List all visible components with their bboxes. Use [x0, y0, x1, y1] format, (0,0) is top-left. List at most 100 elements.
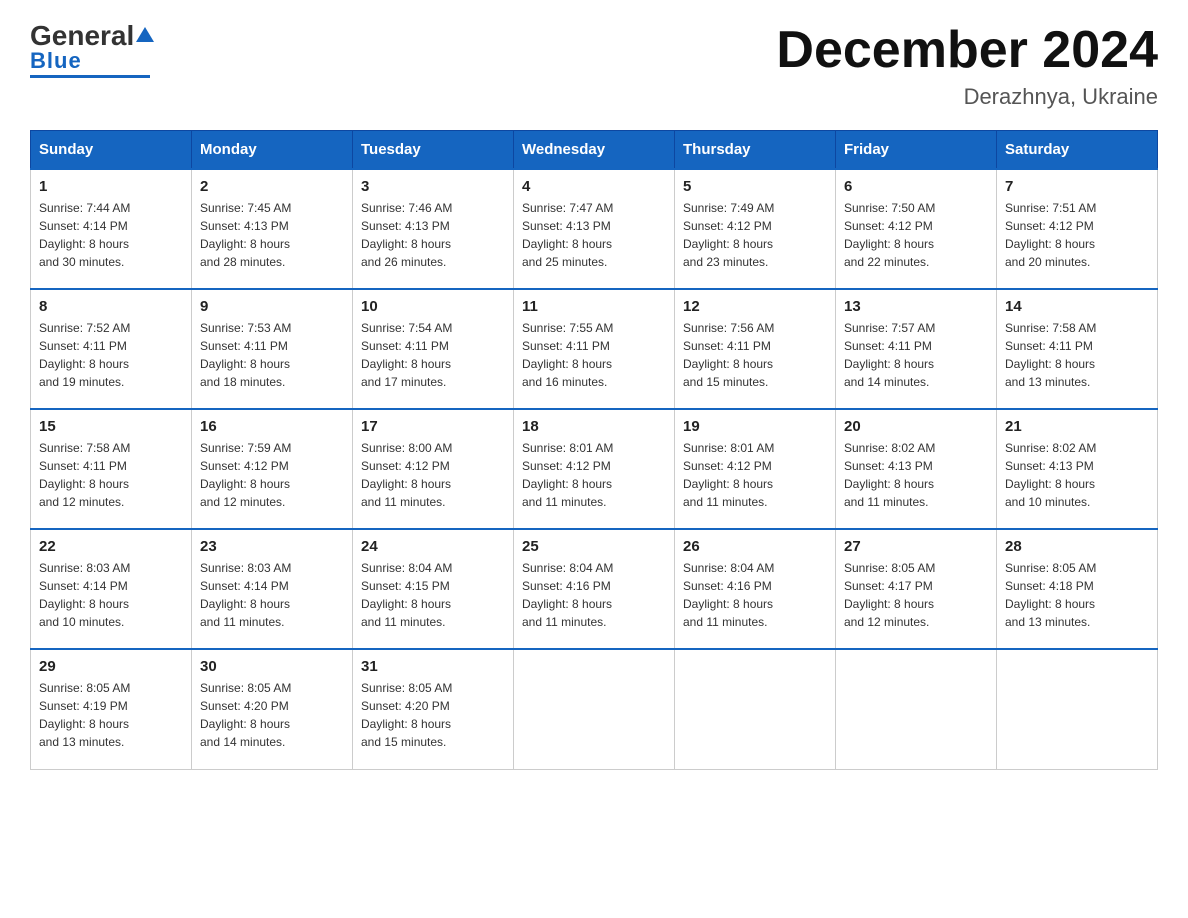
- calendar-week-row: 8 Sunrise: 7:52 AMSunset: 4:11 PMDayligh…: [31, 289, 1158, 409]
- calendar-header-row: Sunday Monday Tuesday Wednesday Thursday…: [31, 131, 1158, 170]
- day-info: Sunrise: 7:54 AMSunset: 4:11 PMDaylight:…: [361, 321, 452, 389]
- day-number: 27: [844, 538, 988, 555]
- table-row: [675, 649, 836, 769]
- table-row: 25 Sunrise: 8:04 AMSunset: 4:16 PMDaylig…: [514, 529, 675, 649]
- col-tuesday: Tuesday: [353, 131, 514, 170]
- day-number: 12: [683, 298, 827, 315]
- table-row: 8 Sunrise: 7:52 AMSunset: 4:11 PMDayligh…: [31, 289, 192, 409]
- day-number: 26: [683, 538, 827, 555]
- table-row: 4 Sunrise: 7:47 AMSunset: 4:13 PMDayligh…: [514, 169, 675, 289]
- day-number: 10: [361, 298, 505, 315]
- table-row: 2 Sunrise: 7:45 AMSunset: 4:13 PMDayligh…: [192, 169, 353, 289]
- location-subtitle: Derazhnya, Ukraine: [776, 84, 1158, 110]
- day-number: 29: [39, 658, 183, 675]
- title-area: December 2024 Derazhnya, Ukraine: [776, 20, 1158, 110]
- day-info: Sunrise: 7:59 AMSunset: 4:12 PMDaylight:…: [200, 441, 291, 509]
- day-info: Sunrise: 8:01 AMSunset: 4:12 PMDaylight:…: [522, 441, 613, 509]
- table-row: 1 Sunrise: 7:44 AMSunset: 4:14 PMDayligh…: [31, 169, 192, 289]
- calendar-week-row: 1 Sunrise: 7:44 AMSunset: 4:14 PMDayligh…: [31, 169, 1158, 289]
- day-info: Sunrise: 7:53 AMSunset: 4:11 PMDaylight:…: [200, 321, 291, 389]
- table-row: 17 Sunrise: 8:00 AMSunset: 4:12 PMDaylig…: [353, 409, 514, 529]
- day-info: Sunrise: 8:01 AMSunset: 4:12 PMDaylight:…: [683, 441, 774, 509]
- table-row: 18 Sunrise: 8:01 AMSunset: 4:12 PMDaylig…: [514, 409, 675, 529]
- table-row: 6 Sunrise: 7:50 AMSunset: 4:12 PMDayligh…: [836, 169, 997, 289]
- table-row: 7 Sunrise: 7:51 AMSunset: 4:12 PMDayligh…: [997, 169, 1158, 289]
- day-info: Sunrise: 8:03 AMSunset: 4:14 PMDaylight:…: [39, 561, 130, 629]
- table-row: [997, 649, 1158, 769]
- day-info: Sunrise: 7:49 AMSunset: 4:12 PMDaylight:…: [683, 201, 774, 269]
- day-number: 7: [1005, 178, 1149, 195]
- day-number: 8: [39, 298, 183, 315]
- table-row: 21 Sunrise: 8:02 AMSunset: 4:13 PMDaylig…: [997, 409, 1158, 529]
- table-row: 22 Sunrise: 8:03 AMSunset: 4:14 PMDaylig…: [31, 529, 192, 649]
- day-number: 14: [1005, 298, 1149, 315]
- col-friday: Friday: [836, 131, 997, 170]
- day-info: Sunrise: 7:58 AMSunset: 4:11 PMDaylight:…: [39, 441, 130, 509]
- table-row: 10 Sunrise: 7:54 AMSunset: 4:11 PMDaylig…: [353, 289, 514, 409]
- day-info: Sunrise: 8:05 AMSunset: 4:19 PMDaylight:…: [39, 681, 130, 749]
- col-saturday: Saturday: [997, 131, 1158, 170]
- day-number: 30: [200, 658, 344, 675]
- day-number: 6: [844, 178, 988, 195]
- col-thursday: Thursday: [675, 131, 836, 170]
- day-number: 31: [361, 658, 505, 675]
- table-row: 19 Sunrise: 8:01 AMSunset: 4:12 PMDaylig…: [675, 409, 836, 529]
- table-row: 27 Sunrise: 8:05 AMSunset: 4:17 PMDaylig…: [836, 529, 997, 649]
- table-row: 24 Sunrise: 8:04 AMSunset: 4:15 PMDaylig…: [353, 529, 514, 649]
- day-info: Sunrise: 8:02 AMSunset: 4:13 PMDaylight:…: [1005, 441, 1096, 509]
- day-info: Sunrise: 7:47 AMSunset: 4:13 PMDaylight:…: [522, 201, 613, 269]
- day-info: Sunrise: 8:03 AMSunset: 4:14 PMDaylight:…: [200, 561, 291, 629]
- table-row: 29 Sunrise: 8:05 AMSunset: 4:19 PMDaylig…: [31, 649, 192, 769]
- day-info: Sunrise: 7:46 AMSunset: 4:13 PMDaylight:…: [361, 201, 452, 269]
- day-info: Sunrise: 8:05 AMSunset: 4:20 PMDaylight:…: [200, 681, 291, 749]
- day-number: 19: [683, 418, 827, 435]
- col-sunday: Sunday: [31, 131, 192, 170]
- table-row: 26 Sunrise: 8:04 AMSunset: 4:16 PMDaylig…: [675, 529, 836, 649]
- day-info: Sunrise: 8:02 AMSunset: 4:13 PMDaylight:…: [844, 441, 935, 509]
- table-row: 15 Sunrise: 7:58 AMSunset: 4:11 PMDaylig…: [31, 409, 192, 529]
- col-wednesday: Wednesday: [514, 131, 675, 170]
- table-row: 31 Sunrise: 8:05 AMSunset: 4:20 PMDaylig…: [353, 649, 514, 769]
- day-info: Sunrise: 8:00 AMSunset: 4:12 PMDaylight:…: [361, 441, 452, 509]
- page-header: General Blue December 2024 Derazhnya, Uk…: [30, 20, 1158, 110]
- table-row: 14 Sunrise: 7:58 AMSunset: 4:11 PMDaylig…: [997, 289, 1158, 409]
- table-row: 20 Sunrise: 8:02 AMSunset: 4:13 PMDaylig…: [836, 409, 997, 529]
- day-info: Sunrise: 7:57 AMSunset: 4:11 PMDaylight:…: [844, 321, 935, 389]
- day-number: 3: [361, 178, 505, 195]
- day-number: 1: [39, 178, 183, 195]
- day-info: Sunrise: 8:04 AMSunset: 4:15 PMDaylight:…: [361, 561, 452, 629]
- table-row: [836, 649, 997, 769]
- table-row: 11 Sunrise: 7:55 AMSunset: 4:11 PMDaylig…: [514, 289, 675, 409]
- day-info: Sunrise: 8:05 AMSunset: 4:17 PMDaylight:…: [844, 561, 935, 629]
- day-info: Sunrise: 8:04 AMSunset: 4:16 PMDaylight:…: [683, 561, 774, 629]
- col-monday: Monday: [192, 131, 353, 170]
- day-number: 5: [683, 178, 827, 195]
- logo-blue-text: Blue: [30, 48, 82, 74]
- table-row: 13 Sunrise: 7:57 AMSunset: 4:11 PMDaylig…: [836, 289, 997, 409]
- logo-triangle-icon: [136, 27, 154, 42]
- day-info: Sunrise: 7:45 AMSunset: 4:13 PMDaylight:…: [200, 201, 291, 269]
- day-number: 22: [39, 538, 183, 555]
- day-number: 23: [200, 538, 344, 555]
- day-number: 9: [200, 298, 344, 315]
- day-number: 18: [522, 418, 666, 435]
- table-row: 12 Sunrise: 7:56 AMSunset: 4:11 PMDaylig…: [675, 289, 836, 409]
- table-row: [514, 649, 675, 769]
- day-info: Sunrise: 7:44 AMSunset: 4:14 PMDaylight:…: [39, 201, 130, 269]
- table-row: 28 Sunrise: 8:05 AMSunset: 4:18 PMDaylig…: [997, 529, 1158, 649]
- month-title: December 2024: [776, 20, 1158, 80]
- day-number: 25: [522, 538, 666, 555]
- calendar-week-row: 15 Sunrise: 7:58 AMSunset: 4:11 PMDaylig…: [31, 409, 1158, 529]
- day-info: Sunrise: 7:56 AMSunset: 4:11 PMDaylight:…: [683, 321, 774, 389]
- day-number: 13: [844, 298, 988, 315]
- day-info: Sunrise: 7:50 AMSunset: 4:12 PMDaylight:…: [844, 201, 935, 269]
- day-number: 21: [1005, 418, 1149, 435]
- day-number: 4: [522, 178, 666, 195]
- day-number: 24: [361, 538, 505, 555]
- day-info: Sunrise: 7:55 AMSunset: 4:11 PMDaylight:…: [522, 321, 613, 389]
- calendar-table: Sunday Monday Tuesday Wednesday Thursday…: [30, 130, 1158, 770]
- day-info: Sunrise: 7:51 AMSunset: 4:12 PMDaylight:…: [1005, 201, 1096, 269]
- day-info: Sunrise: 7:52 AMSunset: 4:11 PMDaylight:…: [39, 321, 130, 389]
- table-row: 3 Sunrise: 7:46 AMSunset: 4:13 PMDayligh…: [353, 169, 514, 289]
- day-info: Sunrise: 8:05 AMSunset: 4:18 PMDaylight:…: [1005, 561, 1096, 629]
